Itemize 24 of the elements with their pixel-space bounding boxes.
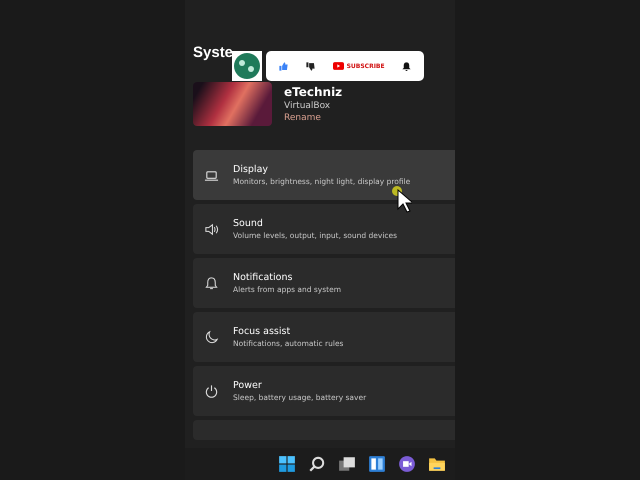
setting-title: Power	[233, 380, 263, 391]
play-icon	[332, 62, 344, 70]
setting-title: Notifications	[233, 272, 294, 283]
power-icon	[204, 384, 219, 398]
start-icon[interactable]	[278, 455, 296, 473]
device-name: eTechniz	[284, 85, 342, 99]
search-icon[interactable]	[308, 455, 326, 473]
bell-icon	[204, 276, 219, 290]
overlapping-windows-icon[interactable]	[338, 455, 356, 473]
rename-link[interactable]: Rename	[284, 113, 321, 123]
setting-title: Sound	[233, 218, 264, 229]
speaker-icon	[204, 222, 219, 236]
setting-title: Display	[233, 164, 270, 175]
channel-logo-icon	[232, 51, 262, 81]
mouse-pointer-icon	[392, 186, 412, 214]
moon-icon	[204, 330, 219, 344]
bell-icon[interactable]	[400, 60, 412, 72]
widgets-icon[interactable]	[368, 455, 386, 473]
thumbs-down-icon[interactable]	[305, 60, 316, 72]
thumbs-up-icon[interactable]	[278, 60, 290, 72]
page-title: Syste	[193, 44, 234, 63]
setting-title: Focus assist	[233, 326, 292, 337]
video-chat-icon[interactable]	[398, 455, 416, 473]
device-type: VirtualBox	[284, 101, 332, 111]
